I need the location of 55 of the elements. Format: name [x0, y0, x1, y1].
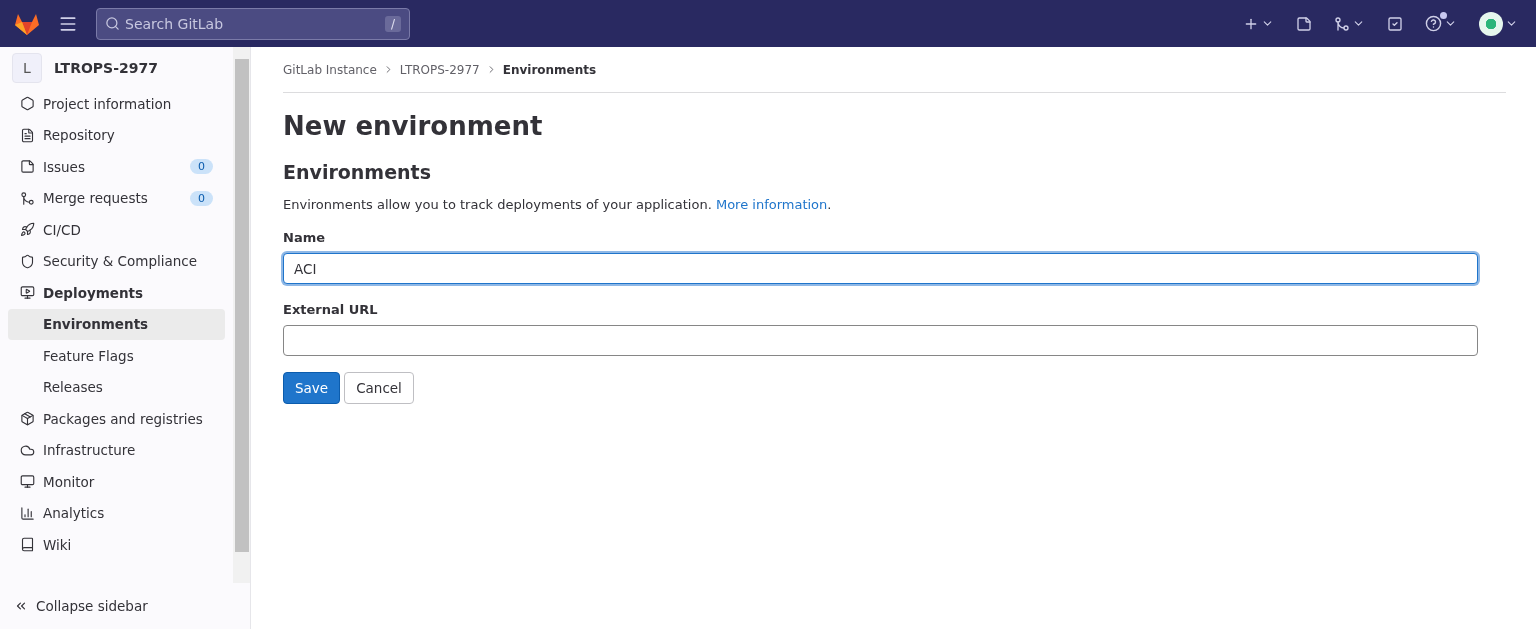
- sidebar-item[interactable]: Security & Compliance: [8, 245, 225, 277]
- cloud-icon: [20, 442, 35, 458]
- sidebar-item[interactable]: Repository: [8, 119, 225, 151]
- sidebar-item[interactable]: Packages and registries: [8, 403, 225, 435]
- scrollbar-thumb[interactable]: [234, 59, 249, 552]
- note-icon: [20, 159, 35, 175]
- deploy-icon: [20, 285, 35, 301]
- merge-icon: [1334, 15, 1350, 32]
- bar-chart-icon: [20, 505, 35, 521]
- checkbox-icon: [1387, 15, 1403, 32]
- help-icon: [1425, 15, 1442, 32]
- sidebar-item[interactable]: Deployments: [8, 277, 225, 309]
- search-icon: [105, 16, 120, 31]
- section-title: Environments: [283, 161, 432, 183]
- breadcrumb-link[interactable]: GitLab Instance: [283, 62, 377, 77]
- document-icon: [20, 127, 35, 143]
- note-icon: [1296, 15, 1312, 32]
- sidebar-item[interactable]: Merge requests 0: [8, 182, 225, 214]
- search-field[interactable]: Search GitLab /: [96, 7, 410, 40]
- sidebar-item[interactable]: Issues 0: [8, 151, 225, 183]
- package-icon: [20, 411, 35, 427]
- page-title: New environment: [283, 111, 544, 141]
- text-field[interactable]: [283, 325, 1478, 356]
- avatar: [1479, 11, 1503, 36]
- breadcrumb-link[interactable]: Environments: [502, 62, 597, 77]
- sidebar-item[interactable]: Analytics: [8, 497, 225, 529]
- project-avatar: L: [12, 53, 42, 83]
- sidebar-item[interactable]: Infrastructure: [8, 434, 225, 466]
- sidebar-item[interactable]: Project information: [8, 88, 225, 120]
- cancel-button[interactable]: Cancel: [344, 372, 414, 404]
- search-placeholder: Search GitLab: [125, 15, 224, 32]
- sidebar-item[interactable]: Releases: [8, 371, 225, 403]
- count-badge: 0: [190, 159, 213, 175]
- project-name[interactable]: LTROPS-2977: [54, 60, 158, 76]
- save-button[interactable]: Save: [283, 372, 341, 404]
- text-field[interactable]: ACI: [283, 253, 1478, 284]
- sidebar-item[interactable]: Feature Flags: [8, 340, 225, 372]
- merge-icon: [20, 190, 35, 206]
- count-badge: 0: [190, 190, 213, 206]
- sidebar-item[interactable]: Monitor: [8, 466, 225, 498]
- sidebar-item[interactable]: CI/CD: [8, 214, 225, 246]
- shortcut-key: /: [384, 15, 401, 32]
- sidebar-item[interactable]: Environments: [8, 308, 225, 340]
- more-information-link[interactable]: More information: [715, 197, 828, 212]
- book-icon: [20, 537, 35, 553]
- field-label: External URL: [283, 302, 379, 317]
- monitor-icon: [20, 474, 35, 490]
- shield-icon: [20, 253, 35, 269]
- field-label: Name: [283, 230, 326, 245]
- sidebar-item[interactable]: Wiki: [8, 529, 225, 561]
- description-text: Environments allow you to track deployments of your application. More information.: [283, 197, 833, 212]
- breadcrumb-link[interactable]: LTROPS-2977: [399, 62, 480, 77]
- hexagon-icon: [20, 96, 35, 112]
- rocket-icon: [20, 222, 35, 238]
- double-chevron-left-icon: [14, 599, 28, 613]
